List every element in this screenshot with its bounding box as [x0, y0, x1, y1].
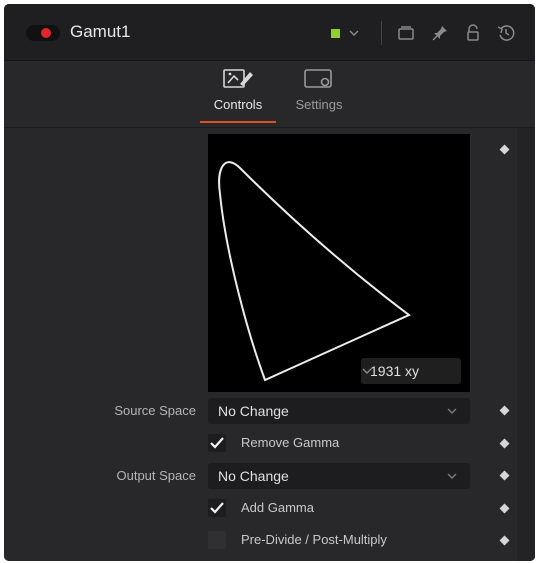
- version-icon[interactable]: [396, 23, 416, 43]
- checkmark-icon: [210, 502, 224, 514]
- tab-controls[interactable]: Controls: [198, 61, 278, 125]
- chevron-down-icon: [362, 368, 372, 374]
- keyframe-gutter: [517, 128, 535, 561]
- checkmark-icon: [210, 437, 224, 449]
- add-gamma-label[interactable]: Add Gamma: [241, 499, 314, 517]
- source-space-label: Source Space: [114, 403, 196, 418]
- tab-controls-label: Controls: [213, 97, 263, 112]
- source-space-value: No Change: [218, 403, 289, 419]
- settings-icon: [304, 69, 332, 88]
- reset-icon[interactable]: [496, 23, 516, 43]
- pin-icon[interactable]: [430, 23, 450, 43]
- node-header: Gamut1: [4, 4, 535, 61]
- lock-icon[interactable]: [463, 23, 483, 43]
- header-separator: [381, 21, 382, 45]
- node-color-swatch[interactable]: [331, 29, 340, 38]
- output-space-value: No Change: [218, 468, 289, 484]
- output-space-label: Output Space: [116, 468, 197, 483]
- output-space-dropdown[interactable]: No Change: [208, 463, 470, 489]
- pre-divide-label[interactable]: Pre-Divide / Post-Multiply: [241, 531, 387, 549]
- add-gamma-checkbox[interactable]: [208, 499, 226, 517]
- chevron-down-icon[interactable]: [347, 26, 361, 40]
- toggle-indicator: [41, 28, 51, 38]
- chevron-down-icon: [447, 473, 457, 479]
- diagram-mode-value: 1931 xy: [370, 363, 420, 379]
- controls-icon: [223, 69, 253, 88]
- spectral-locus: [218, 161, 411, 382]
- pre-divide-checkbox[interactable]: [208, 531, 226, 549]
- source-space-dropdown[interactable]: No Change: [208, 398, 470, 424]
- remove-gamma-label[interactable]: Remove Gamma: [241, 434, 339, 452]
- active-tab-indicator: [200, 121, 276, 123]
- tab-settings-label: Settings: [295, 97, 343, 112]
- diagram-mode-select[interactable]: 1931 xy: [361, 358, 461, 384]
- chevron-down-icon: [447, 408, 457, 414]
- tab-settings[interactable]: Settings: [279, 61, 359, 125]
- tab-bar: Controls Settings: [4, 61, 535, 125]
- node-title[interactable]: Gamut1: [70, 22, 130, 42]
- chromaticity-diagram[interactable]: 1931 xy: [208, 134, 470, 392]
- inspector-panel: Gamut1 Controls Settings 1931 xy Source …: [4, 4, 535, 561]
- node-enable-toggle[interactable]: [26, 25, 60, 41]
- remove-gamma-checkbox[interactable]: [208, 434, 226, 452]
